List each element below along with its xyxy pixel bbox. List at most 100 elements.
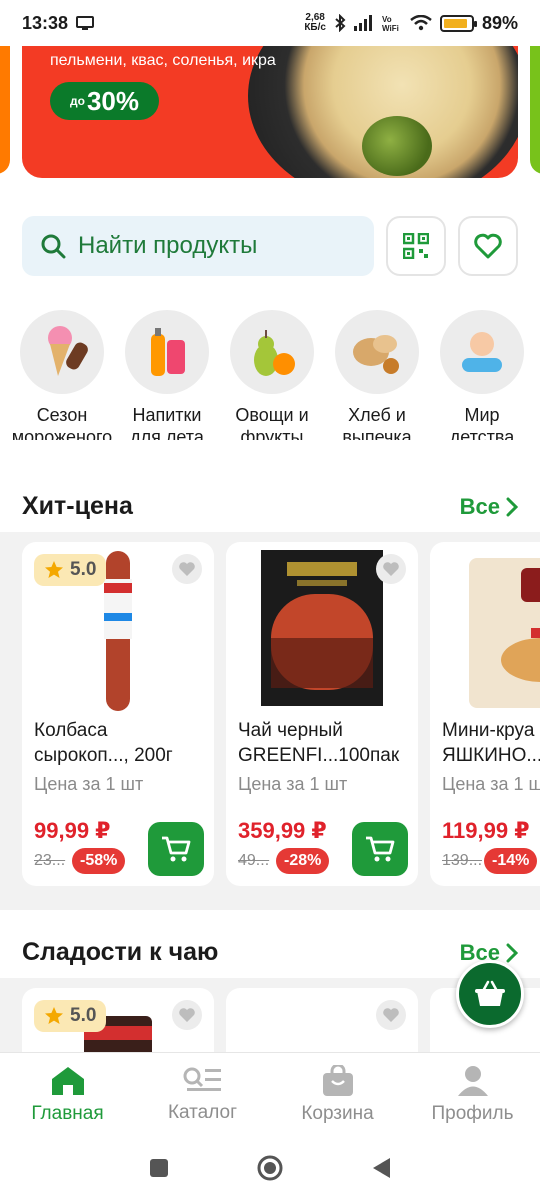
product-card[interactable] — [226, 988, 418, 1052]
profile-icon — [457, 1065, 488, 1096]
banner-discount-badge: до 30% — [50, 82, 159, 120]
svg-text:WiFi: WiFi — [382, 24, 399, 32]
promo-banner-prev[interactable] — [0, 46, 10, 174]
back-button[interactable] — [370, 1156, 392, 1180]
vowifi-icon: VoWiFi — [382, 15, 399, 32]
favorites-button[interactable] — [458, 216, 518, 276]
network-speed: 2,68 КБ/с — [304, 12, 326, 33]
tea-box-image — [261, 550, 383, 706]
promo-banner[interactable]: пельмени, квас, соленья, икра до 30% — [22, 46, 518, 178]
discount-badge: -58% — [72, 848, 126, 874]
rating-badge: 5.0 — [34, 1000, 107, 1032]
qr-code-icon — [403, 233, 429, 259]
category-image — [20, 310, 104, 394]
product-card[interactable]: 5.0 Колбаса сырокоп..., 200г Цена за 1 шт… — [22, 542, 214, 886]
drinks-icon — [151, 328, 185, 376]
search-placeholder: Найти продукты — [78, 232, 258, 259]
see-all-link[interactable]: Все — [460, 494, 518, 520]
search-input[interactable]: Найти продукты — [22, 216, 374, 276]
pear-orange-icon — [254, 330, 295, 376]
main-content[interactable]: Найти продукты Сезон мороженого Напитки … — [0, 196, 540, 1052]
home-icon — [51, 1066, 84, 1095]
category-name: Сезон мороженого — [11, 405, 113, 440]
discount-badge: -28% — [276, 848, 330, 874]
product-name: Чай черный GREENFI...100пак — [238, 720, 400, 766]
status-time: 13:38 — [22, 12, 69, 33]
rating-badge: 5.0 — [34, 554, 107, 586]
heart-icon — [383, 1008, 399, 1022]
old-price: 49... — [238, 852, 270, 869]
product-card[interactable]: Чай черный GREENFI...100пак Цена за 1 шт … — [226, 542, 418, 886]
category-name: Хлеб и выпечка — [342, 405, 412, 440]
section-title: Сладости к чаю — [22, 938, 219, 966]
section-header-hit-price: Хит-цена Все — [22, 492, 518, 521]
promo-banner-next[interactable] — [530, 46, 540, 174]
cart-icon — [366, 836, 395, 862]
old-price: 23... — [34, 852, 66, 869]
nav-profile[interactable]: Профиль — [405, 1053, 540, 1136]
unit-price-label: Цена за 1 шт — [34, 774, 144, 794]
category-list[interactable]: Сезон мороженого Напитки для лета Овощи иф… — [12, 310, 540, 440]
banner-pickles-image — [362, 116, 432, 176]
add-to-favorites-button[interactable] — [172, 1000, 202, 1030]
signal-icon — [353, 15, 372, 31]
add-to-cart-button[interactable] — [148, 822, 204, 876]
recent-apps-button[interactable] — [148, 1157, 170, 1179]
category-image — [335, 310, 419, 394]
add-to-favorites-button[interactable] — [376, 554, 406, 584]
nav-catalog[interactable]: Каталог — [135, 1053, 270, 1136]
basket-icon — [475, 980, 505, 1006]
product-card[interactable]: Мини-круаЯШКИНО... Цена за 1 шт 119,99 ₽… — [430, 542, 540, 886]
product-image — [430, 542, 540, 714]
category-image — [440, 310, 524, 394]
nav-home[interactable]: Главная — [0, 1053, 135, 1136]
qr-scan-button[interactable] — [386, 216, 446, 276]
add-to-cart-button[interactable] — [352, 822, 408, 876]
category-bread-bakery[interactable]: Хлеб и выпечка — [335, 310, 419, 440]
star-icon — [45, 561, 63, 578]
section-title: Хит-цена — [22, 492, 133, 520]
battery-icon — [439, 14, 477, 32]
add-to-favorites-button[interactable] — [172, 554, 202, 584]
banner-subtitle: пельмени, квас, соленья, икра — [50, 52, 276, 69]
bread-icon — [353, 335, 399, 374]
add-to-favorites-button[interactable] — [376, 1000, 406, 1030]
category-summer-drinks[interactable]: Напитки для лета — [125, 310, 209, 440]
floating-basket-button[interactable] — [456, 960, 524, 1028]
heart-icon — [383, 562, 399, 576]
system-navigation-bar — [0, 1136, 540, 1200]
status-bar: 13:38 2,68 КБ/с Vo WiFi 89% — [0, 0, 540, 46]
category-ice-cream[interactable]: Сезон мороженого — [12, 310, 112, 440]
product-price: 99,99 ₽ — [34, 818, 111, 843]
nav-cart[interactable]: Корзина — [270, 1053, 405, 1136]
hit-price-carousel[interactable]: 5.0 Колбаса сырокоп..., 200г Цена за 1 шт… — [0, 532, 540, 910]
baby-icon — [462, 332, 502, 372]
chevron-right-icon — [506, 497, 518, 516]
section-header-sweets: Сладости к чаю Все — [22, 938, 518, 967]
category-fruits-vegetables[interactable]: Овощи и фрукты — [230, 310, 314, 440]
category-name: Овощи и фрукты — [235, 405, 309, 440]
search-row: Найти продукты — [22, 216, 518, 276]
croissant-pack-image — [469, 558, 540, 708]
unit-price-label: Цена за 1 шт — [442, 774, 540, 794]
product-price: 119,99 ₽ — [442, 818, 530, 843]
chevron-right-icon — [506, 943, 518, 962]
cart-icon — [162, 836, 191, 862]
star-icon — [45, 1007, 63, 1024]
search-icon — [41, 234, 66, 259]
category-name: Напитки для лета — [130, 405, 204, 440]
battery-percent: 89% — [481, 12, 518, 33]
product-name: Мини-круа ЯШКИНО... — [442, 720, 540, 766]
heart-icon — [179, 562, 195, 576]
unit-price-label: Цена за 1 шт — [238, 774, 348, 794]
category-image — [230, 310, 314, 394]
category-kids-world[interactable]: Мир детства — [440, 310, 524, 440]
home-button[interactable] — [256, 1154, 284, 1182]
category-name: Мир детства — [449, 405, 515, 440]
heart-icon — [179, 1008, 195, 1022]
bottom-navigation: Главная Каталог Корзина Профиль — [0, 1052, 540, 1136]
screen-cast-icon — [76, 16, 95, 30]
promo-carousel[interactable]: пельмени, квас, соленья, икра до 30% — [0, 46, 540, 196]
ice-cream-icon — [48, 326, 88, 376]
product-card[interactable]: 5.0 — [22, 988, 214, 1052]
